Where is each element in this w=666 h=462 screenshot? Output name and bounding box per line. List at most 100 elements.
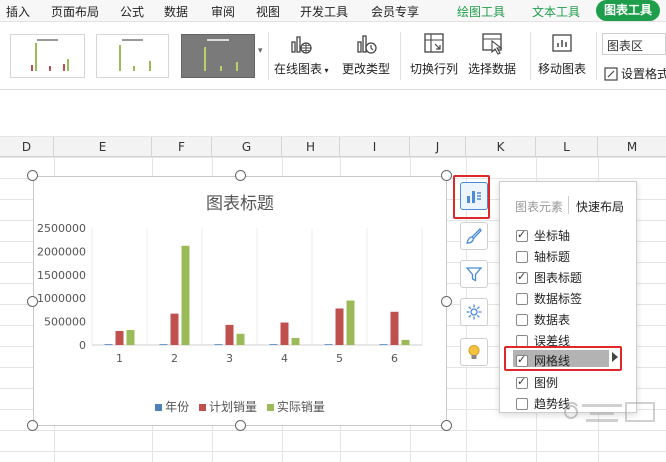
chart-bar <box>390 311 399 345</box>
menu-chart-tools[interactable]: 图表工具 <box>596 0 661 21</box>
chart-element-option[interactable]: 轴标题 <box>516 248 570 266</box>
move-chart-button[interactable]: 移动图表 <box>538 30 586 77</box>
chart-plot[interactable]: 0 500000 1000000 1500000 2000000 2500000 1 2 3 4 5… <box>34 177 446 425</box>
chart-legend[interactable]: 年份 计划销量 实际销量 <box>34 398 446 415</box>
menu-review[interactable]: 审阅 <box>211 3 235 20</box>
tab-quick-layout[interactable]: 快速布局 <box>576 198 624 215</box>
x-tick-label: 1 <box>116 352 123 365</box>
chart-settings-button[interactable] <box>460 298 488 326</box>
watermark-logo <box>564 402 655 422</box>
legend-item-year: 年份 <box>155 398 189 415</box>
resize-handle-br[interactable] <box>441 420 452 431</box>
option-checkbox[interactable] <box>516 314 528 326</box>
menu-member[interactable]: 会员专享 <box>371 3 419 20</box>
chart-area-select[interactable]: 图表区 <box>602 33 666 55</box>
option-checkbox[interactable] <box>516 251 528 263</box>
resize-handle-tl[interactable] <box>27 170 38 181</box>
chart-bar <box>280 322 289 345</box>
menu-data[interactable]: 数据 <box>164 3 188 20</box>
resize-handle-tc[interactable] <box>235 170 246 181</box>
option-label: 图表标题 <box>534 271 583 285</box>
chart-filter-button[interactable] <box>460 260 488 288</box>
menu-drawing-tools[interactable]: 绘图工具 <box>457 3 505 20</box>
filter-icon <box>465 267 483 282</box>
chart-bar <box>401 339 410 345</box>
chart-bar <box>181 245 190 345</box>
resize-handle-bc[interactable] <box>235 420 246 431</box>
col-header-d[interactable]: D <box>0 137 54 157</box>
highlight-box-gridlines <box>504 346 622 371</box>
option-label: 轴标题 <box>534 250 571 264</box>
x-tick-label: 5 <box>336 352 343 365</box>
chart-bar <box>115 330 124 345</box>
menu-insert[interactable]: 插入 <box>6 3 30 20</box>
change-type-button[interactable]: 更改类型 <box>342 30 390 77</box>
col-header-g[interactable]: G <box>212 137 282 157</box>
set-format-button[interactable]: 设置格式 <box>604 65 666 82</box>
menu-developer[interactable]: 开发工具 <box>300 3 348 20</box>
chart-element-option[interactable]: 坐标轴 <box>516 227 570 245</box>
resize-handle-ml[interactable] <box>27 296 38 307</box>
y-tick-label: 1000000 <box>37 292 86 305</box>
chart-bar <box>346 300 355 345</box>
col-header-f[interactable]: F <box>152 137 212 157</box>
col-header-e[interactable]: E <box>54 137 152 157</box>
chart-element-option[interactable]: 数据表 <box>516 311 570 329</box>
chart-style-2[interactable] <box>96 34 169 78</box>
option-checkbox[interactable] <box>516 228 528 242</box>
chart-element-option[interactable]: 数据标签 <box>516 290 582 308</box>
resize-handle-tr[interactable] <box>441 170 452 181</box>
formula-area <box>0 90 666 137</box>
tab-chart-elements[interactable]: 图表元素 <box>515 198 563 215</box>
chart-tips-button[interactable] <box>460 338 488 366</box>
menu-view[interactable]: 视图 <box>256 3 280 20</box>
chart-element-option[interactable]: 图表标题 <box>516 269 582 287</box>
menu-page-layout[interactable]: 页面布局 <box>51 3 99 20</box>
switch-row-col-button[interactable]: 切换行列 <box>410 30 458 77</box>
chart-bar <box>269 344 278 345</box>
chart-bar <box>291 337 300 345</box>
y-tick-label: 2500000 <box>37 222 86 235</box>
option-checkbox[interactable] <box>516 398 528 410</box>
select-data-button[interactable]: 选择数据 <box>468 30 516 77</box>
chart-style-3[interactable] <box>181 34 255 78</box>
x-tick-label: 4 <box>281 352 288 365</box>
x-tick-label: 6 <box>391 352 398 365</box>
chart-bar <box>159 344 168 345</box>
lightbulb-icon <box>468 345 480 359</box>
highlight-box-elements <box>453 175 490 219</box>
menu-text-tools[interactable]: 文本工具 <box>532 3 580 20</box>
col-header-k[interactable]: K <box>466 137 536 157</box>
chart-style-1[interactable] <box>10 34 85 78</box>
y-tick-label: 0 <box>79 339 86 352</box>
x-tick-label: 2 <box>171 352 178 365</box>
col-header-h[interactable]: H <box>282 137 340 157</box>
gallery-more-icon[interactable]: ▾ <box>258 46 263 56</box>
col-header-j[interactable]: J <box>410 137 466 157</box>
panel-tabs: 图表元素 快速布局 <box>500 182 636 222</box>
move-chart-icon <box>552 34 572 52</box>
option-label: 数据表 <box>534 313 571 327</box>
online-chart-button[interactable]: 在线图表 ▾ <box>274 30 329 77</box>
chart-bar <box>104 344 113 345</box>
change-type-icon <box>357 35 377 54</box>
legend-item-planned: 计划销量 <box>198 398 257 415</box>
chart-element-option[interactable]: 图例 <box>516 374 558 392</box>
chart-bar <box>236 333 245 345</box>
chart-object[interactable]: 图表标题 0 500000 1000000 1500000 2000000 2500000… <box>33 176 447 426</box>
col-header-l[interactable]: L <box>536 137 598 157</box>
col-header-i[interactable]: I <box>340 137 410 157</box>
col-header-m[interactable]: M <box>598 137 666 157</box>
online-chart-icon <box>291 36 312 54</box>
option-checkbox[interactable] <box>516 293 528 305</box>
chart-bar <box>126 330 135 345</box>
option-label: 数据标签 <box>534 292 583 306</box>
y-tick-label: 500000 <box>44 316 86 329</box>
menu-formula[interactable]: 公式 <box>120 3 144 20</box>
resize-handle-mr[interactable] <box>441 296 452 307</box>
chart-style-button[interactable] <box>460 222 488 250</box>
option-checkbox[interactable] <box>516 375 528 389</box>
ribbon: ▾ 在线图表 ▾ 更改类型 切换行列 选择数据 移动图表 图表区 设置格式 <box>0 22 666 90</box>
option-checkbox[interactable] <box>516 270 528 284</box>
resize-handle-bl[interactable] <box>27 420 38 431</box>
